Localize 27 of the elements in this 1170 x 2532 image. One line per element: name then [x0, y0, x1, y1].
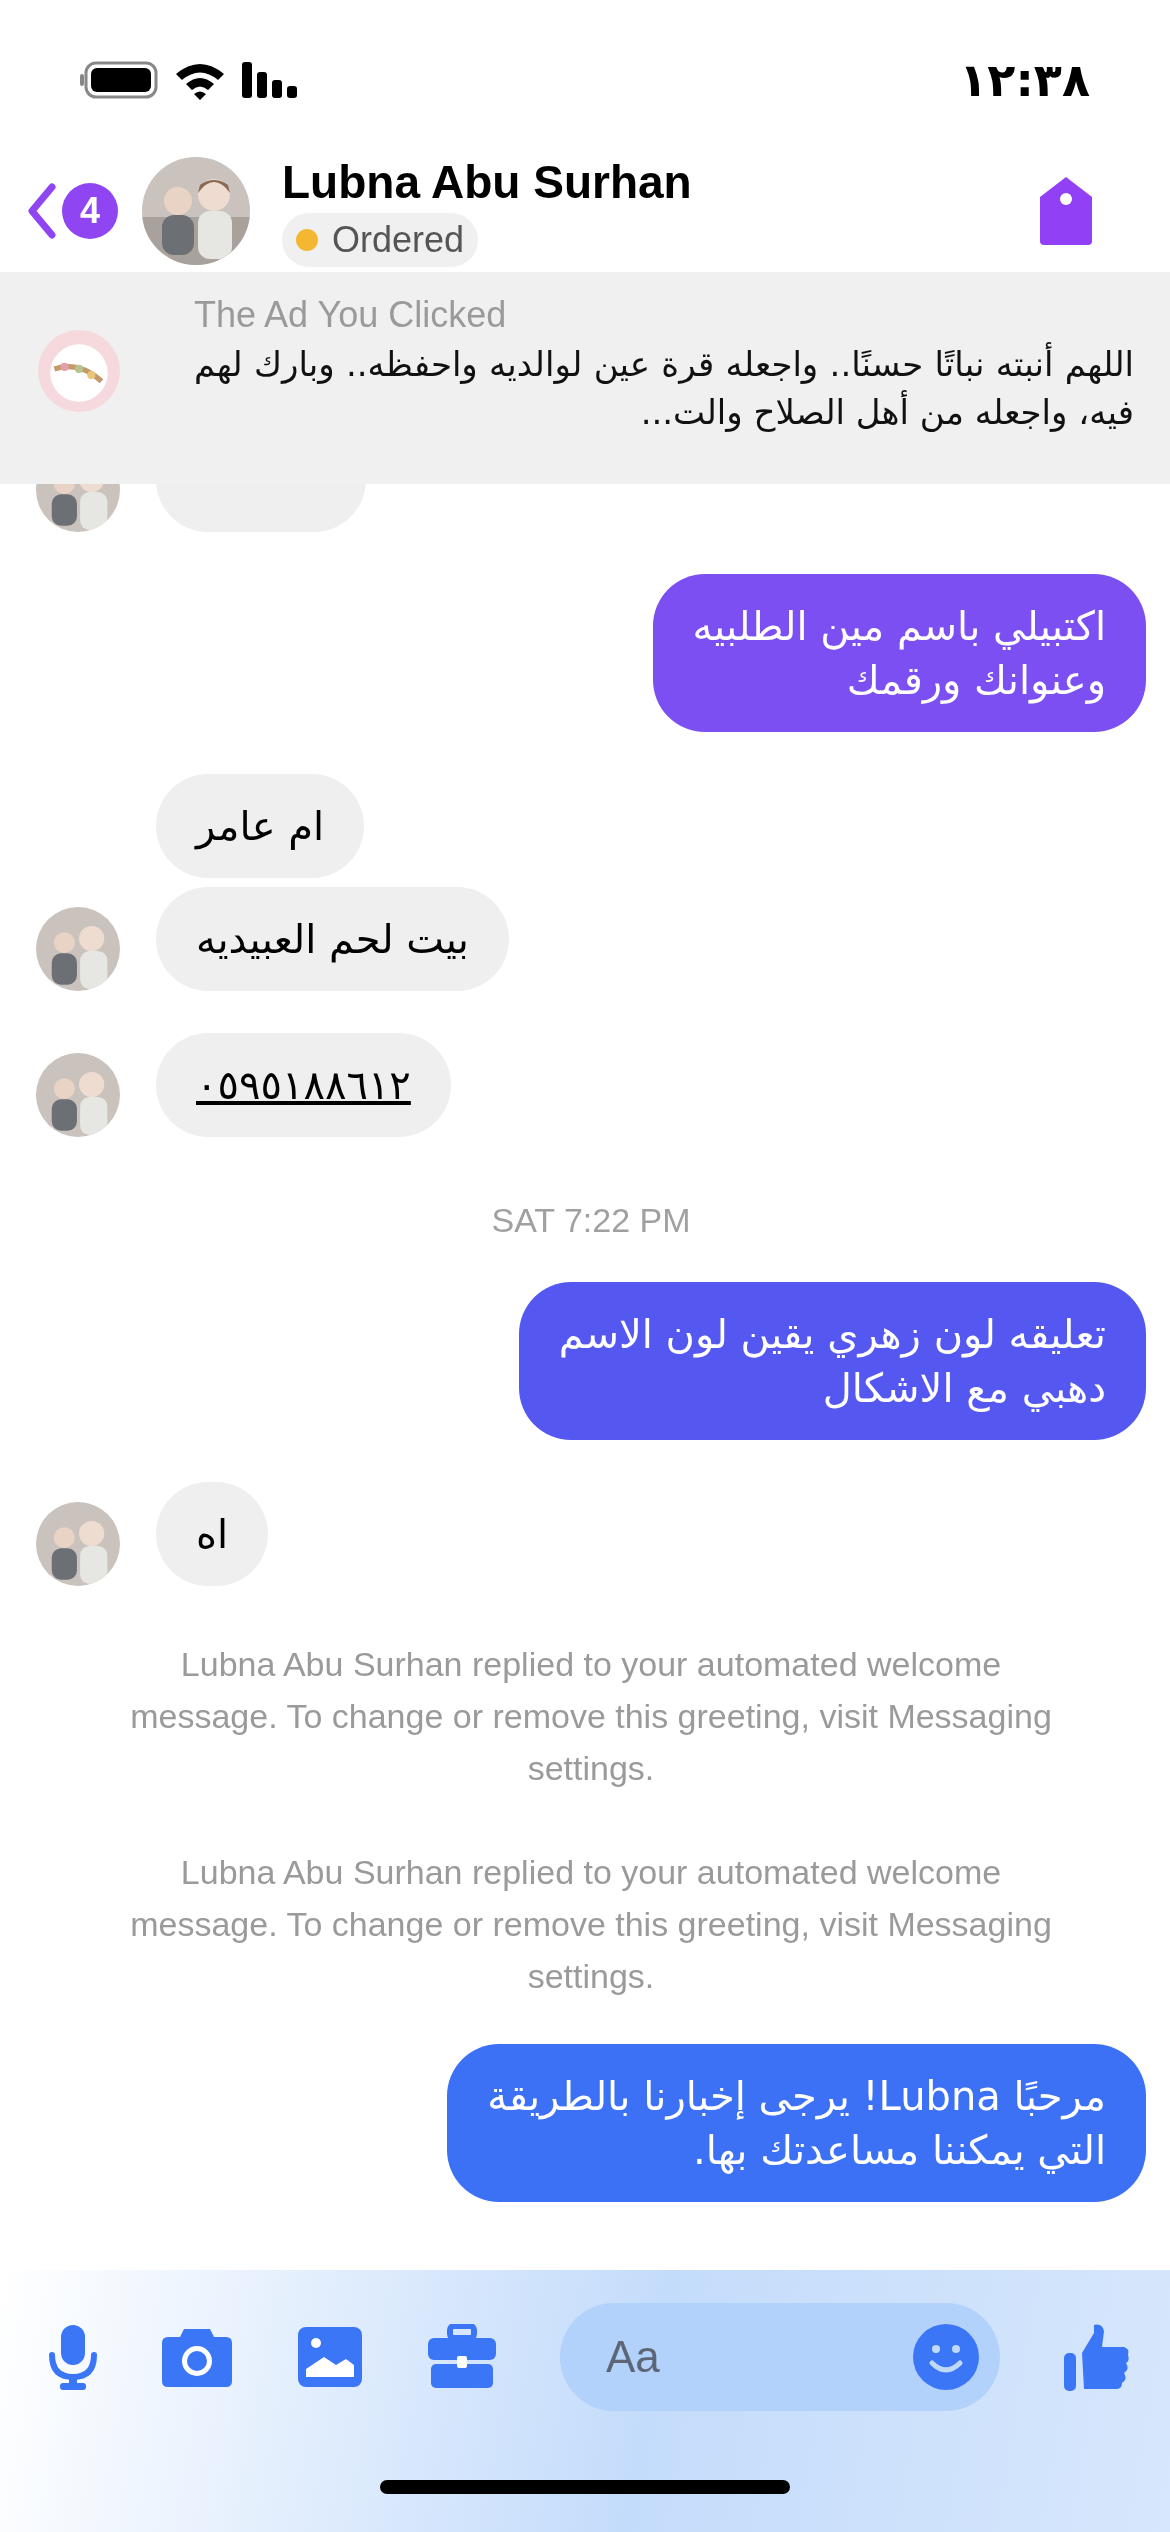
tag-icon[interactable]: [1038, 175, 1094, 247]
contact-name: Lubna Abu Surhan: [282, 155, 692, 209]
back-button[interactable]: 4: [26, 183, 118, 239]
received-message: ام عامر: [156, 774, 365, 878]
battery-icon: [80, 60, 160, 100]
sent-message: مرحبًا Lubna! يرجى إخبارنا بالطريقة التي يمكننا مساعدتك بها.: [447, 2044, 1146, 2202]
phone-link[interactable]: ٠٥٩٥١٨٨٦١٢: [156, 1033, 451, 1137]
status-time: ١٢:٣٨: [959, 53, 1090, 107]
order-label[interactable]: Ordered: [282, 213, 479, 267]
briefcase-icon[interactable]: [426, 2324, 498, 2390]
emoji-icon[interactable]: [912, 2323, 980, 2391]
unread-count: 4: [62, 183, 118, 239]
sent-message: تعليقه لون زهري يقين لون الاسم دهبي مع الاشكال: [518, 1282, 1146, 1440]
system-notice: Lubna Abu Surhan replied to your automated welcome message. To change or remove this greeting, visit Messaging settings.: [129, 1644, 1053, 1789]
message-field[interactable]: Aa: [560, 2303, 1000, 2411]
system-notice: Lubna Abu Surhan replied to your automated welcome message. To change or remove this greeting, visit Messaging settings.: [129, 1852, 1053, 1997]
received-message: بيت لحم العبيديه: [156, 887, 509, 991]
sent-message: اكتبيلي باسم مين الطلبيه وعنوانك ورقمك: [652, 574, 1146, 732]
message-input[interactable]: Aa: [604, 2331, 912, 2383]
signal-icon: [240, 60, 300, 100]
back-chevron-icon: [26, 183, 56, 239]
microphone-icon[interactable]: [48, 2323, 98, 2391]
ad-title: The Ad You Clicked: [194, 294, 508, 336]
received-message: اه: [156, 1482, 269, 1586]
timestamp: SAT 7:22 PM: [490, 1201, 692, 1240]
image-icon[interactable]: [296, 2325, 364, 2389]
ad-text: اللهم أنبته نباتًا حسنًا.. واجعله قرة عين لوالديه واحفظه.. وبارك لهم فيه، واجعله من أهل الصلاح والت...: [194, 341, 1134, 434]
